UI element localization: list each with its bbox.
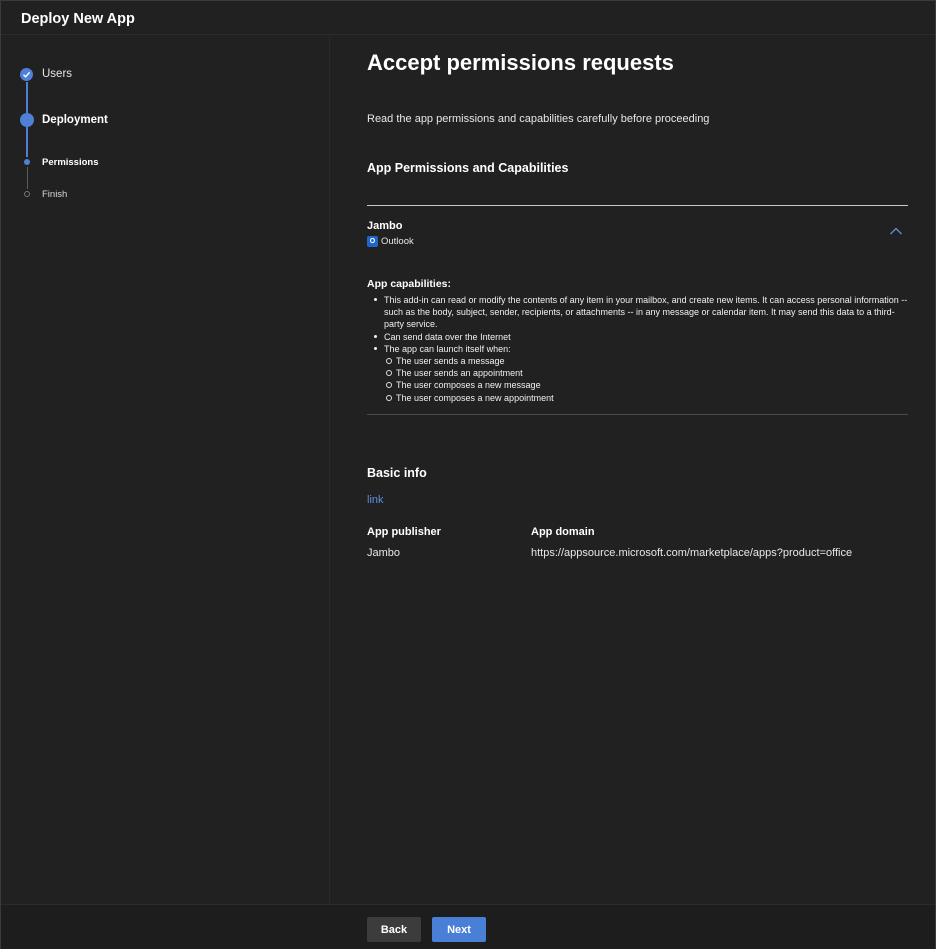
current-step-icon — [20, 113, 34, 127]
divider — [367, 414, 908, 415]
list-subitem: The user sends an appointment — [367, 367, 908, 379]
current-substep-icon — [24, 159, 30, 165]
step-connector — [26, 167, 28, 189]
back-button[interactable]: Back — [367, 917, 421, 942]
divider — [367, 205, 908, 206]
list-subitem: The user composes a new appointment — [367, 392, 908, 404]
host-label: Outlook — [381, 236, 414, 247]
capabilities-list: This add-in can read or modify the conte… — [367, 294, 908, 404]
chevron-up-icon[interactable] — [889, 223, 903, 235]
permissions-section-title: App Permissions and Capabilities — [367, 161, 569, 175]
list-subitem: The user composes a new message — [367, 379, 908, 391]
info-link[interactable]: link — [367, 494, 384, 506]
list-item: The app can launch itself when: — [367, 343, 908, 355]
deploy-app-panel: Deploy New App Users Deployment Permissi… — [0, 0, 936, 949]
step-sidebar: Users Deployment Permissions Finish — [1, 36, 330, 904]
next-button[interactable]: Next — [432, 917, 486, 942]
list-subitem: The user sends a message — [367, 355, 908, 367]
panel-header: Deploy New App — [1, 1, 935, 35]
domain-value: https://appsource.microsoft.com/marketpl… — [531, 547, 853, 559]
panel-footer: Back Next — [1, 904, 935, 949]
publisher-label: App publisher — [367, 526, 441, 538]
step-deployment: Deployment — [42, 114, 108, 126]
app-name: Jambo — [367, 220, 403, 232]
step-finish: Finish — [42, 189, 68, 200]
capabilities-title: App capabilities: — [367, 278, 452, 290]
page-subtitle: Read the app permissions and capabilitie… — [367, 113, 710, 125]
step-connector — [26, 127, 28, 157]
outlook-icon: O — [367, 236, 378, 247]
list-item: Can send data over the Internet — [367, 331, 908, 343]
list-item: This add-in can read or modify the conte… — [367, 294, 908, 331]
step-permissions: Permissions — [42, 157, 99, 168]
pending-step-icon — [24, 191, 30, 197]
step-users: Users — [42, 68, 73, 80]
check-icon — [20, 68, 33, 81]
page-title: Accept permissions requests — [367, 50, 674, 75]
panel-title: Deploy New App — [21, 11, 135, 27]
domain-label: App domain — [531, 526, 595, 538]
basic-info-title: Basic info — [367, 466, 427, 480]
step-connector — [26, 82, 28, 113]
app-host: O Outlook — [367, 236, 414, 247]
publisher-value: Jambo — [367, 547, 401, 559]
